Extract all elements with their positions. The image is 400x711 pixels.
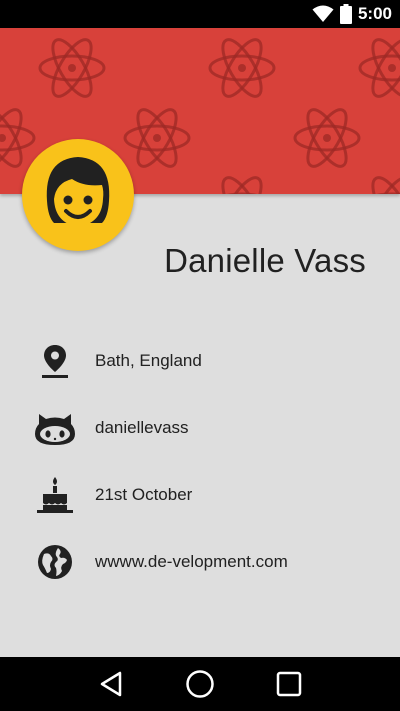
battery-icon [339,4,352,24]
birthday-cake-icon [32,472,78,518]
info-row-birthday: 21st October [0,461,400,528]
profile-screen: 5:00 Danielle Vass Bath, England daniell… [0,0,400,711]
birthday-text: 21st October [95,484,193,504]
avatar [22,139,134,251]
info-list: Bath, England daniellevass 21st October … [0,327,400,595]
atom-icon [123,108,191,168]
location-text: Bath, England [95,350,202,370]
github-octocat-icon [32,405,78,451]
atom-icon [208,38,276,98]
atom-icon [371,176,400,194]
recents-button[interactable] [267,662,311,706]
child-face-icon [46,157,110,227]
atom-icon [358,38,400,98]
back-button[interactable] [89,662,133,706]
wifi-icon [312,5,334,22]
atom-icon [293,108,361,168]
globe-icon [32,539,78,585]
info-row-github[interactable]: daniellevass [0,394,400,461]
location-pin-icon [32,338,78,384]
github-username-text: daniellevass [95,417,189,437]
info-row-website[interactable]: wwww.de-velopment.com [0,528,400,595]
status-bar: 5:00 [0,0,400,28]
back-triangle-icon [100,671,121,697]
clock: 5:00 [357,4,392,23]
atom-icon [38,38,106,98]
recents-square-icon [277,671,302,697]
profile-name: Danielle Vass [164,242,366,279]
info-row-location: Bath, England [0,327,400,394]
navigation-bar [0,657,400,711]
atom-icon [221,176,263,194]
website-text: wwww.de-velopment.com [95,551,288,571]
home-button[interactable] [178,662,222,706]
home-circle-icon [186,670,214,698]
